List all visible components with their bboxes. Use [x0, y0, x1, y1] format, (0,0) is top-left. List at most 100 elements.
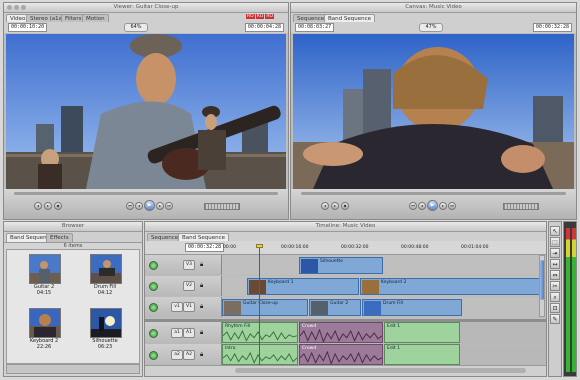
previous-edit-icon[interactable]: ⏮: [126, 202, 134, 210]
roll-tool-icon[interactable]: ↔: [550, 259, 560, 269]
clip-thumbnail[interactable]: [29, 308, 61, 338]
play-icon[interactable]: ▶: [427, 200, 438, 211]
marker-icon[interactable]: ◆: [54, 202, 62, 210]
track-label[interactable]: V1: [183, 302, 195, 312]
audio-clip[interactable]: Rhythm Fill: [222, 322, 298, 343]
crop-tool-icon[interactable]: ⊡: [550, 303, 560, 313]
play-icon[interactable]: ▶: [144, 200, 155, 211]
edit-selection-tool-icon[interactable]: ⬚: [550, 237, 560, 247]
clip-label: Edit 1: [387, 324, 401, 329]
browser-scrollbar[interactable]: [6, 364, 140, 374]
silhouette-image: [91, 309, 121, 337]
selection-tool-icon[interactable]: ↖: [550, 226, 560, 236]
previous-edit-icon[interactable]: ⏮: [409, 202, 417, 210]
lock-icon[interactable]: 🔒︎: [200, 351, 203, 359]
playhead-handle[interactable]: [256, 244, 263, 248]
audio-clip[interactable]: Crowd: [299, 344, 383, 365]
mark-in-icon[interactable]: ◂: [321, 202, 329, 210]
timeline-clip[interactable]: Keyboard 1: [247, 278, 359, 295]
guitar-closeup-image: [6, 34, 286, 189]
timeline-clip[interactable]: Drum Fill: [362, 299, 462, 316]
track-visibility-icon[interactable]: [149, 261, 158, 270]
next-edit-icon[interactable]: ⏭: [165, 202, 173, 210]
mark-out-icon[interactable]: ▸: [331, 202, 339, 210]
timeline-clip[interactable]: Guitar Close-up: [222, 299, 308, 316]
canvas-scrubber-bar[interactable]: [301, 192, 566, 195]
track-label[interactable]: A1: [183, 328, 195, 338]
timeline-clip[interactable]: Keyboard 2: [360, 278, 543, 295]
track-label[interactable]: V3: [183, 260, 195, 270]
timeline-ruler[interactable]: 00:00 00:00:16:00 00:00:32:00 00:00:48:0…: [221, 241, 546, 254]
razor-tool-icon[interactable]: ✂: [550, 281, 560, 291]
lock-icon[interactable]: 🔒︎: [200, 282, 203, 290]
track-visibility-icon[interactable]: [149, 303, 158, 312]
clip-thumbnail[interactable]: [90, 308, 122, 338]
timeline-scrollbar[interactable]: [539, 255, 545, 317]
viewer-duration-timecode[interactable]: 00:00:10:20: [8, 23, 48, 32]
waveform: [300, 329, 382, 342]
viewer-badges: RO RO RO: [245, 14, 274, 19]
timeline-clip[interactable]: Silhouette: [299, 257, 383, 274]
mark-in-icon[interactable]: ◂: [34, 202, 42, 210]
zoom-slider[interactable]: [235, 368, 526, 373]
track-a1: a1 A1 🔒︎ Rhythm Fill Crowd Edit 1: [145, 322, 546, 345]
track-header: V2 🔒︎: [145, 276, 222, 296]
slip-tool-icon[interactable]: ⇔: [550, 270, 560, 280]
mark-out-icon[interactable]: ▸: [44, 202, 52, 210]
track-visibility-icon[interactable]: [149, 282, 158, 291]
play-around-icon[interactable]: ▸: [439, 202, 447, 210]
viewer-scrubber-bar[interactable]: [14, 192, 278, 195]
tab-effects[interactable]: Effects: [46, 233, 73, 242]
track-header: v1 V1 🔒︎: [145, 297, 222, 317]
clip-thumbnail[interactable]: [90, 254, 122, 284]
badge: RO: [255, 14, 265, 19]
browser-titlebar[interactable]: Browser: [4, 222, 142, 232]
play-in-out-icon[interactable]: ◂: [135, 202, 143, 210]
source-patch[interactable]: a2: [171, 350, 183, 360]
source-patch[interactable]: a1: [171, 328, 183, 338]
lock-icon[interactable]: 🔒︎: [200, 329, 203, 337]
track-audible-icon[interactable]: [149, 351, 158, 360]
canvas-zoom-popup[interactable]: 47%: [419, 23, 443, 32]
audio-clip[interactable]: Edit 1: [384, 322, 460, 343]
source-patch[interactable]: v1: [171, 302, 183, 312]
canvas-jog-control[interactable]: [503, 203, 539, 210]
viewer-zoom-popup[interactable]: 64%: [124, 23, 148, 32]
badge: RO: [265, 14, 274, 19]
timeline-clip[interactable]: Guitar 2: [309, 299, 361, 316]
viewer-info-bar: 00:00:10:20 64% 00:00:04:28: [4, 22, 288, 33]
track-audible-icon[interactable]: [149, 329, 158, 338]
audio-meter-left: [566, 228, 570, 372]
canvas-video-frame[interactable]: [293, 34, 574, 189]
audio-tracks-area: a1 A1 🔒︎ Rhythm Fill Crowd Edit 1 a2 A2 …: [145, 322, 546, 367]
audio-clip[interactable]: Edit 1: [384, 344, 460, 365]
clip-thumbnail: [224, 301, 241, 315]
canvas-current-timecode[interactable]: 00:00:32:28: [532, 23, 572, 32]
pen-tool-icon[interactable]: ✎: [550, 314, 560, 324]
timeline-current-timecode[interactable]: 00:00:32:28: [185, 243, 225, 252]
viewer-titlebar[interactable]: Viewer: Guitar Close-up: [4, 3, 288, 13]
audio-clip[interactable]: Intro: [222, 344, 298, 365]
lock-icon[interactable]: 🔒︎: [200, 303, 203, 311]
playhead[interactable]: [259, 246, 260, 366]
play-around-icon[interactable]: ▸: [156, 202, 164, 210]
play-in-out-icon[interactable]: ◂: [418, 202, 426, 210]
viewer-current-timecode[interactable]: 00:00:04:28: [244, 23, 284, 32]
canvas-duration-timecode[interactable]: 00:08:03:27: [295, 23, 335, 32]
clip-thumbnail[interactable]: [29, 254, 61, 284]
viewer-jog-control[interactable]: [204, 203, 240, 210]
timeline-titlebar[interactable]: Timeline: Music Video: [145, 222, 546, 232]
track-label[interactable]: A2: [183, 350, 195, 360]
canvas-titlebar[interactable]: Canvas: Music Video: [291, 3, 576, 13]
keyboard-closeup-image: [293, 34, 574, 189]
track-label[interactable]: V2: [183, 281, 195, 291]
scroll-thumb[interactable]: [540, 260, 544, 300]
clip-duration: 04:12: [97, 290, 113, 296]
marker-icon[interactable]: ◆: [341, 202, 349, 210]
audio-clip[interactable]: Crowd: [299, 322, 383, 343]
viewer-video-frame[interactable]: [6, 34, 286, 189]
lock-icon[interactable]: 🔒︎: [200, 261, 203, 269]
zoom-tool-icon[interactable]: ⌕: [550, 292, 560, 302]
track-select-tool-icon[interactable]: ⇥: [550, 248, 560, 258]
next-edit-icon[interactable]: ⏭: [448, 202, 456, 210]
